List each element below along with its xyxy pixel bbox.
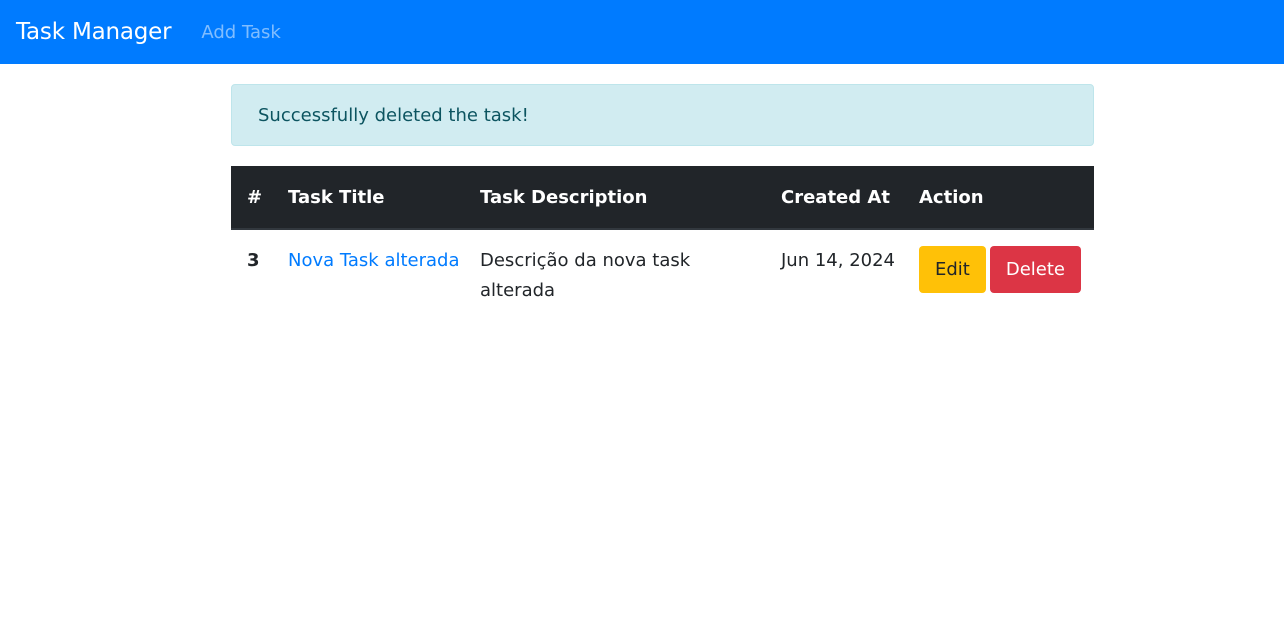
top-navbar: Task Manager Add Task	[0, 0, 1284, 64]
brand-link[interactable]: Task Manager	[16, 19, 172, 45]
task-title-link[interactable]: Nova Task alterada	[288, 250, 460, 271]
task-actions: Edit Delete	[903, 229, 1094, 318]
column-header-action: Action	[903, 166, 1094, 230]
task-id: 3	[247, 250, 260, 271]
table-row: 3 Nova Task alterada Descrição da nova t…	[231, 229, 1094, 318]
table-header-row: # Task Title Task Description Created At…	[231, 166, 1094, 230]
main-container: Successfully deleted the task! # Task Ti…	[231, 84, 1094, 318]
alert-message: Successfully deleted the task!	[258, 104, 529, 126]
success-alert: Successfully deleted the task!	[231, 84, 1094, 146]
column-header-id: #	[231, 166, 272, 230]
add-task-link[interactable]: Add Task	[201, 22, 280, 43]
task-title-cell: Nova Task alterada	[272, 229, 464, 318]
delete-button[interactable]: Delete	[989, 246, 1082, 293]
tasks-table: # Task Title Task Description Created At…	[231, 166, 1094, 318]
task-description: Descrição da nova task alterada	[480, 250, 691, 301]
column-header-title: Task Title	[272, 166, 464, 230]
column-header-created-at: Created At	[765, 166, 903, 230]
column-header-description: Task Description	[464, 166, 765, 230]
edit-button[interactable]: Edit	[919, 246, 986, 293]
task-created-at: Jun 14, 2024	[781, 250, 896, 271]
